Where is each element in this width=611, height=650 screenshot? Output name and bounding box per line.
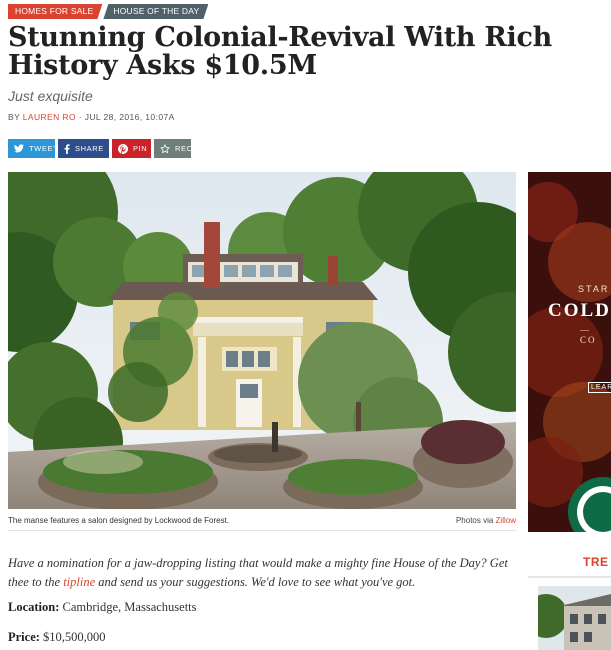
ad-illustration	[528, 172, 611, 532]
twitter-bird-icon	[14, 143, 24, 154]
house-photo-illustration	[8, 172, 516, 509]
byline: By Lauren Ro · Jul 28, 2016, 10:07a	[8, 112, 175, 122]
facebook-icon	[64, 143, 70, 154]
trending-thumbnail-illustration	[538, 586, 611, 650]
tag-homes-for-sale[interactable]: Homes for sale	[8, 4, 102, 19]
intro-paragraph: Have a nomination for a jaw-dropping lis…	[8, 554, 518, 592]
price-value: $10,500,000	[43, 630, 106, 644]
facebook-share-button[interactable]: Share	[58, 139, 109, 158]
tag-house-of-the-day[interactable]: House of the Day	[103, 4, 208, 19]
intro-text-after: and send us your suggestions. We'd love …	[98, 575, 416, 589]
share-label: Share	[75, 144, 104, 153]
ad-line-3: — CO	[580, 325, 597, 345]
location-value: Cambridge, Massachusetts	[62, 600, 197, 614]
ad-line-2: COLD	[548, 300, 611, 321]
author-link[interactable]: Lauren Ro	[23, 112, 76, 122]
photo-credit-link[interactable]: Zillow	[496, 516, 516, 525]
category-tags: Homes for sale House of the Day	[8, 4, 208, 19]
article-dek: Just exquisite	[8, 88, 93, 104]
price-field: Price: $10,500,000	[8, 630, 106, 645]
recommend-button[interactable]: Rec	[154, 139, 193, 158]
photo-caption: The manse features a salon designed by L…	[8, 516, 230, 525]
trending-thumbnail[interactable]	[538, 586, 611, 650]
tweet-label: Tweet	[29, 144, 59, 153]
trending-heading: TRE	[583, 555, 609, 569]
photo-credit-prefix: Photos via	[455, 516, 494, 525]
location-field: Location: Cambridge, Massachusetts	[8, 600, 197, 615]
rec-label: Rec	[175, 144, 193, 153]
share-bar: Tweet Share Pin Rec	[8, 139, 193, 158]
photo-credit: Photos via Zillow	[456, 516, 516, 525]
star-icon	[160, 143, 170, 154]
tipline-link[interactable]: tipline	[63, 575, 95, 589]
article-date: Jul 28, 2016, 10:07a	[84, 112, 175, 122]
house-photo[interactable]	[8, 172, 516, 509]
ad-line-1: STAR	[578, 284, 610, 294]
photo-caption-bar: The manse features a salon designed by L…	[8, 512, 516, 531]
pin-label: Pin	[133, 144, 148, 153]
location-label: Location:	[8, 600, 60, 614]
ad-line-4: LEAR	[588, 382, 611, 393]
byline-prefix: By	[8, 112, 20, 122]
pinterest-icon	[118, 143, 128, 154]
pinterest-pin-button[interactable]: Pin	[112, 139, 151, 158]
price-label: Price:	[8, 630, 40, 644]
byline-separator: ·	[78, 112, 82, 122]
article-headline: Stunning Colonial-Revival With Rich Hist…	[8, 22, 552, 81]
tweet-button[interactable]: Tweet	[8, 139, 59, 158]
advertisement-banner[interactable]: STAR COLD — CO LEAR	[528, 172, 611, 532]
trending-divider	[528, 576, 611, 578]
